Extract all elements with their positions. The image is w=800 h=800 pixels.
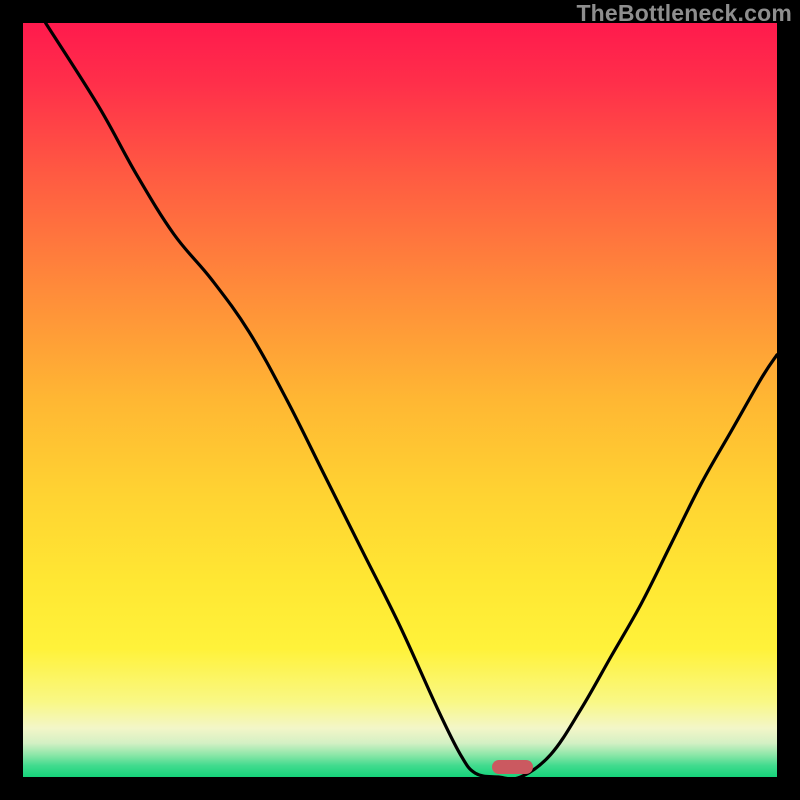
heat-gradient <box>23 23 777 777</box>
watermark-text: TheBottleneck.com <box>576 0 792 27</box>
plot-area <box>23 23 777 777</box>
optimal-marker <box>492 760 533 774</box>
chart-stage: TheBottleneck.com <box>0 0 800 800</box>
